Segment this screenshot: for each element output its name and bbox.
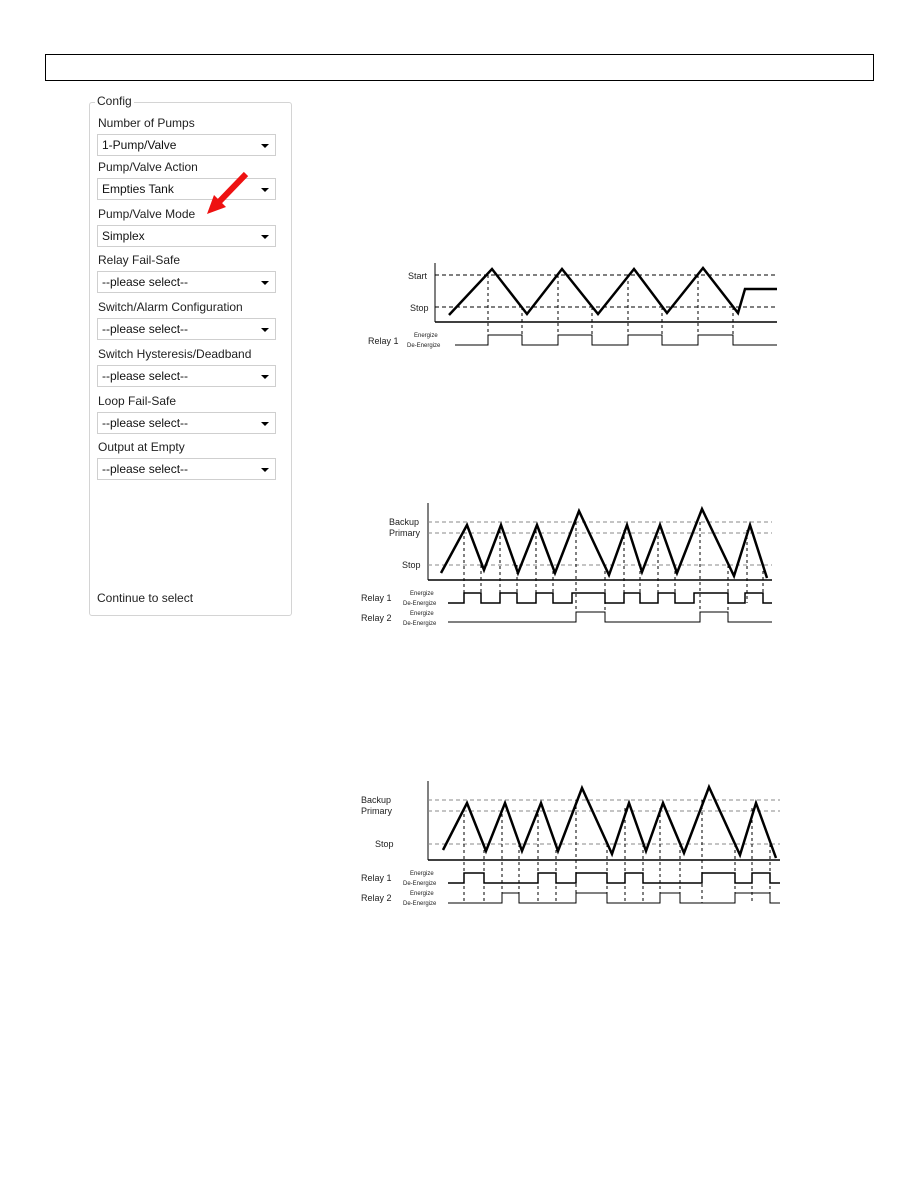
deenergize-label: De-Energize <box>407 343 441 349</box>
energize-label: Energize <box>414 333 438 339</box>
backup-label: Backup <box>389 517 419 527</box>
alternating-diagram-1 <box>427 503 772 623</box>
stop-label: Stop <box>410 303 429 313</box>
relay1-label: Relay 1 <box>361 593 392 603</box>
primary-label: Primary <box>389 528 420 538</box>
red-arrow-icon <box>207 171 249 214</box>
level-trace <box>439 505 769 580</box>
relay1-trace <box>455 334 777 346</box>
level-trace <box>441 783 778 859</box>
energize-label: Energize <box>410 891 434 897</box>
primary-label: Primary <box>361 806 392 816</box>
backup-label: Backup <box>361 795 391 805</box>
stop-label: Stop <box>402 560 421 570</box>
simplex-diagram <box>434 263 777 346</box>
stop-label: Stop <box>375 839 394 849</box>
relay1-label: Relay 1 <box>361 873 392 883</box>
relay2-label: Relay 2 <box>361 893 392 903</box>
start-label: Start <box>408 271 428 281</box>
relay1-label: Relay 1 <box>368 336 399 346</box>
deenergize-label: De-Energize <box>403 621 437 627</box>
deenergize-label: De-Energize <box>403 901 437 907</box>
relay2-label: Relay 2 <box>361 613 392 623</box>
page: Config Number of Pumps 1-Pump/Valve Pump… <box>0 0 918 1188</box>
relay2-trace <box>448 611 772 623</box>
relay1-trace <box>448 872 780 884</box>
relay1-trace <box>448 592 772 604</box>
energize-label: Energize <box>410 611 434 617</box>
diagrams: Start Stop Relay 1 Energize De-Energize <box>207 171 780 907</box>
energize-label: Energize <box>410 871 434 877</box>
deenergize-label: De-Energize <box>403 601 437 607</box>
relay2-trace <box>448 892 780 904</box>
energize-label: Energize <box>410 591 434 597</box>
deenergize-label: De-Energize <box>403 881 437 887</box>
alternating-diagram-2 <box>427 781 780 904</box>
